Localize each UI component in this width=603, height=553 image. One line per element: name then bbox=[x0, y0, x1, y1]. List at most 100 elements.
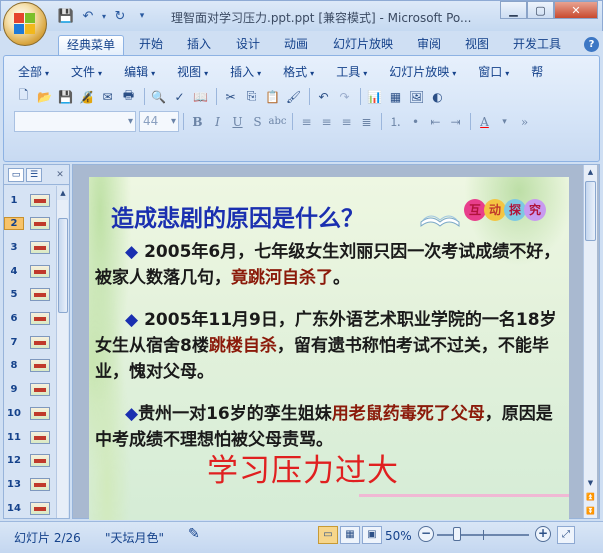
slide-sorter-icon[interactable]: ▦ bbox=[340, 526, 360, 544]
scroll-down-icon[interactable]: ▼ bbox=[584, 476, 597, 490]
tab-review[interactable]: 审阅 bbox=[413, 35, 445, 55]
font-name-dropdown[interactable] bbox=[14, 111, 136, 132]
zoom-level[interactable]: 50% bbox=[385, 529, 412, 543]
slide-thumbnail[interactable]: 1 bbox=[4, 189, 58, 211]
customize-icon[interactable]: ▾ bbox=[132, 7, 152, 25]
close-button[interactable]: ✕ bbox=[554, 1, 598, 19]
tab-view[interactable]: 视图 bbox=[461, 35, 493, 55]
font-size-dropdown[interactable]: 44 bbox=[139, 111, 179, 132]
align-left-icon[interactable]: ≡ bbox=[297, 112, 316, 131]
redo-icon[interactable]: ↷ bbox=[335, 87, 354, 106]
more-options-icon[interactable]: » bbox=[515, 112, 534, 131]
bullets-icon[interactable]: • bbox=[406, 112, 425, 131]
dropdown-arrow-icon[interactable]: ▾ bbox=[100, 7, 108, 25]
slide-canvas[interactable]: 造成悲剧的原因是什么？ 互 动 探 究 ◆ 2005年6月，七年级女生刘丽只因一次… bbox=[89, 177, 569, 520]
font-color-icon[interactable]: A bbox=[475, 112, 494, 131]
slide-title[interactable]: 造成悲剧的原因是什么？ bbox=[111, 199, 364, 233]
slides-scrollbar[interactable]: ▲ bbox=[56, 186, 69, 518]
numbering-icon[interactable]: ⒈ bbox=[386, 112, 405, 131]
menu-format[interactable]: 格式 ▾ bbox=[283, 63, 314, 80]
slide-thumbnail[interactable]: 3 bbox=[4, 236, 58, 258]
tab-insert[interactable]: 插入 bbox=[183, 35, 215, 55]
tab-classic-menu[interactable]: 经典菜单 bbox=[58, 35, 125, 55]
justify-icon[interactable]: ≣ bbox=[357, 112, 376, 131]
insert-picture-icon[interactable]: 🖼 bbox=[407, 87, 426, 106]
slide-thumbnail[interactable]: 14 bbox=[4, 497, 58, 519]
redo-icon[interactable]: ↻ bbox=[110, 7, 130, 25]
permission-icon[interactable]: 🔏 bbox=[77, 87, 96, 106]
maximize-button[interactable]: ▢ bbox=[527, 1, 554, 19]
new-file-icon[interactable]: 🗋 bbox=[14, 87, 33, 106]
fit-to-window-icon[interactable]: ⤢ bbox=[557, 526, 575, 544]
research-icon[interactable]: 📖 bbox=[191, 87, 210, 106]
paragraph-1[interactable]: ◆ 2005年6月，七年级女生刘丽只因一次考试成绩不好，被家人数落几句，竟跳河自杀… bbox=[95, 239, 565, 291]
paste-icon[interactable]: 📋 bbox=[263, 87, 282, 106]
slide-thumbnail[interactable]: 8 bbox=[4, 355, 58, 377]
print-icon[interactable]: 🖶 bbox=[119, 87, 138, 106]
scrollbar-thumb[interactable] bbox=[58, 218, 68, 313]
menu-window[interactable]: 窗口 ▾ bbox=[478, 63, 509, 80]
tab-animation[interactable]: 动画 bbox=[280, 35, 312, 55]
align-right-icon[interactable]: ≡ bbox=[337, 112, 356, 131]
slide-thumbnail[interactable]: 7 bbox=[4, 331, 58, 353]
insert-chart-icon[interactable]: 📊 bbox=[365, 87, 384, 106]
bold-icon[interactable]: B bbox=[188, 112, 207, 131]
minimize-button[interactable]: ▁ bbox=[500, 1, 527, 19]
open-folder-icon[interactable]: 📂 bbox=[35, 87, 54, 106]
email-icon[interactable]: ✉ bbox=[98, 87, 117, 106]
paragraph-2[interactable]: ◆ 2005年11月9日，广东外语艺术职业学院的一名18岁女生从宿舍8楼跳楼自杀，… bbox=[95, 307, 565, 385]
slide-thumbnail[interactable]: 2 bbox=[4, 213, 58, 235]
conclusion-text[interactable]: 学习压力过大 bbox=[207, 445, 399, 490]
tab-developer[interactable]: 开发工具 bbox=[509, 35, 565, 55]
zoom-out-icon[interactable]: − bbox=[418, 526, 434, 542]
shadow-icon[interactable]: S bbox=[248, 112, 267, 131]
slide-thumbnail[interactable]: 11 bbox=[4, 426, 58, 448]
strikethrough-icon[interactable]: abc bbox=[268, 112, 287, 131]
undo-icon[interactable]: ↶ bbox=[314, 87, 333, 106]
spelling-icon[interactable]: ✓ bbox=[170, 87, 189, 106]
insert-table-icon[interactable]: ▦ bbox=[386, 87, 405, 106]
slide-scrollbar[interactable]: ▲ ▼ ⏫ ⏬ bbox=[583, 165, 597, 518]
tab-design[interactable]: 设计 bbox=[232, 35, 264, 55]
menu-all[interactable]: 全部 ▾ bbox=[18, 63, 49, 80]
decrease-indent-icon[interactable]: ⇤ bbox=[426, 112, 445, 131]
menu-tools[interactable]: 工具 ▾ bbox=[336, 63, 367, 80]
slideshow-view-icon[interactable]: ▣ bbox=[362, 526, 382, 544]
font-color-dropdown-icon[interactable]: ▾ bbox=[495, 112, 514, 131]
cut-icon[interactable]: ✂ bbox=[221, 87, 240, 106]
slide-thumbnail[interactable]: 4 bbox=[4, 260, 58, 282]
increase-indent-icon[interactable]: ⇥ bbox=[446, 112, 465, 131]
copy-icon[interactable]: ⎘ bbox=[242, 87, 261, 106]
save-icon[interactable]: 💾 bbox=[56, 7, 76, 25]
menu-slideshow[interactable]: 幻灯片放映 ▾ bbox=[389, 63, 456, 80]
scroll-up-icon[interactable]: ▲ bbox=[584, 165, 597, 179]
menu-file[interactable]: 文件 ▾ bbox=[71, 63, 102, 80]
scrollbar-thumb[interactable] bbox=[585, 181, 596, 241]
print-preview-icon[interactable]: 🔍 bbox=[149, 87, 168, 106]
slide-thumbnail[interactable]: 10 bbox=[4, 402, 58, 424]
zoom-in-icon[interactable]: + bbox=[535, 526, 551, 542]
color-grayscale-icon[interactable]: ◐ bbox=[428, 87, 447, 106]
menu-edit[interactable]: 编辑 ▾ bbox=[124, 63, 155, 80]
help-icon[interactable]: ? bbox=[584, 37, 599, 52]
menu-insert[interactable]: 插入 ▾ bbox=[230, 63, 261, 80]
underline-icon[interactable]: U bbox=[228, 112, 247, 131]
tab-slideshow[interactable]: 幻灯片放映 bbox=[329, 35, 397, 55]
close-pane-icon[interactable]: ✕ bbox=[52, 168, 68, 182]
outline-tab-icon[interactable]: ☰ bbox=[26, 167, 42, 182]
italic-icon[interactable]: I bbox=[208, 112, 227, 131]
previous-slide-icon[interactable]: ⏫ bbox=[584, 490, 597, 504]
next-slide-icon[interactable]: ⏬ bbox=[584, 504, 597, 518]
align-center-icon[interactable]: ≡ bbox=[317, 112, 336, 131]
scroll-up-icon[interactable]: ▲ bbox=[57, 186, 69, 200]
office-button[interactable] bbox=[3, 2, 47, 46]
slides-tab-icon[interactable]: ▭ bbox=[8, 167, 24, 182]
slide-thumbnail[interactable]: 9 bbox=[4, 379, 58, 401]
undo-icon[interactable]: ↶ bbox=[78, 7, 98, 25]
normal-view-icon[interactable]: ▭ bbox=[318, 526, 338, 544]
slide-thumbnail[interactable]: 12 bbox=[4, 450, 58, 472]
save-icon[interactable]: 💾 bbox=[56, 87, 75, 106]
slide-thumbnail[interactable]: 5 bbox=[4, 284, 58, 306]
tab-home[interactable]: 开始 bbox=[135, 35, 167, 55]
format-painter-icon[interactable]: 🖌 bbox=[284, 87, 303, 106]
